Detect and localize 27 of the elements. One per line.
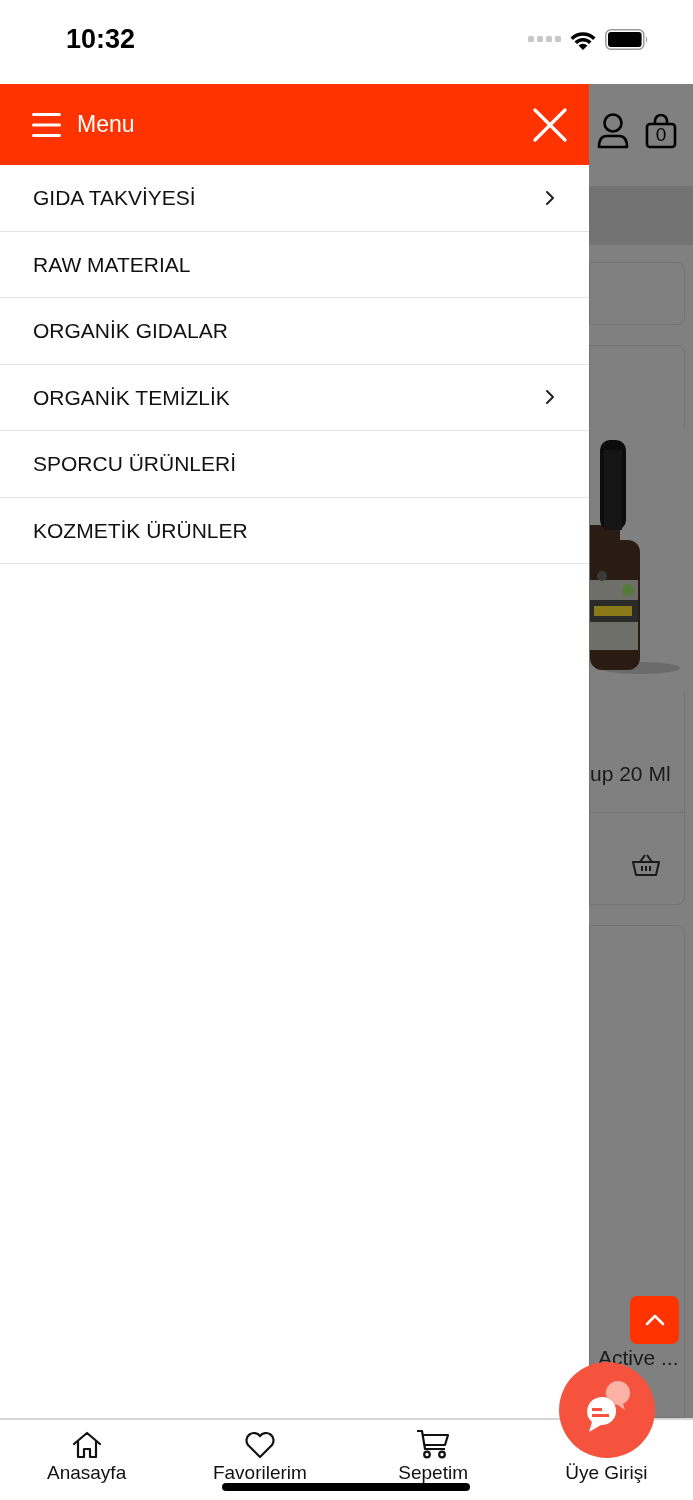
basket-icon[interactable] [632,852,660,877]
chevron-right-icon [545,189,555,206]
nav-label[interactable]: Favorilerim [212,1463,307,1483]
home-icon[interactable] [71,1431,102,1459]
drawer-title: Menu [77,110,136,140]
nav-label[interactable]: Sepetim [398,1463,468,1483]
product-name: up 20 Ml [590,761,672,787]
scroll-top-button[interactable] [630,1296,679,1344]
cart-count: 0 [654,124,668,146]
user-icon[interactable] [597,113,629,149]
menu-item[interactable]: ORGANİK GIDALAR [0,298,589,365]
menu-item[interactable]: RAW MATERIAL [0,231,589,298]
status-time: 10:32 [66,22,136,56]
close-button[interactable] [533,107,567,142]
nav-label[interactable]: Üye Girişi [565,1463,648,1483]
menu-item[interactable]: SPORCU ÜRÜNLERİ [0,431,589,498]
battery-icon [605,28,649,50]
nav-label[interactable]: Anasayfa [47,1463,127,1483]
menu-item[interactable]: ORGANİK TEMİZLİK [0,364,589,431]
menu-item[interactable]: GIDA TAKVİYESİ [0,165,589,232]
menu-icon[interactable] [32,112,61,137]
signal-icon [528,36,561,42]
chevron-right-icon [545,389,555,406]
menu-item[interactable]: KOZMETİK ÜRÜNLER [0,497,589,564]
chevron-up-icon [644,1314,665,1326]
heart-icon[interactable] [243,1431,276,1459]
cart-icon[interactable] [416,1429,451,1459]
